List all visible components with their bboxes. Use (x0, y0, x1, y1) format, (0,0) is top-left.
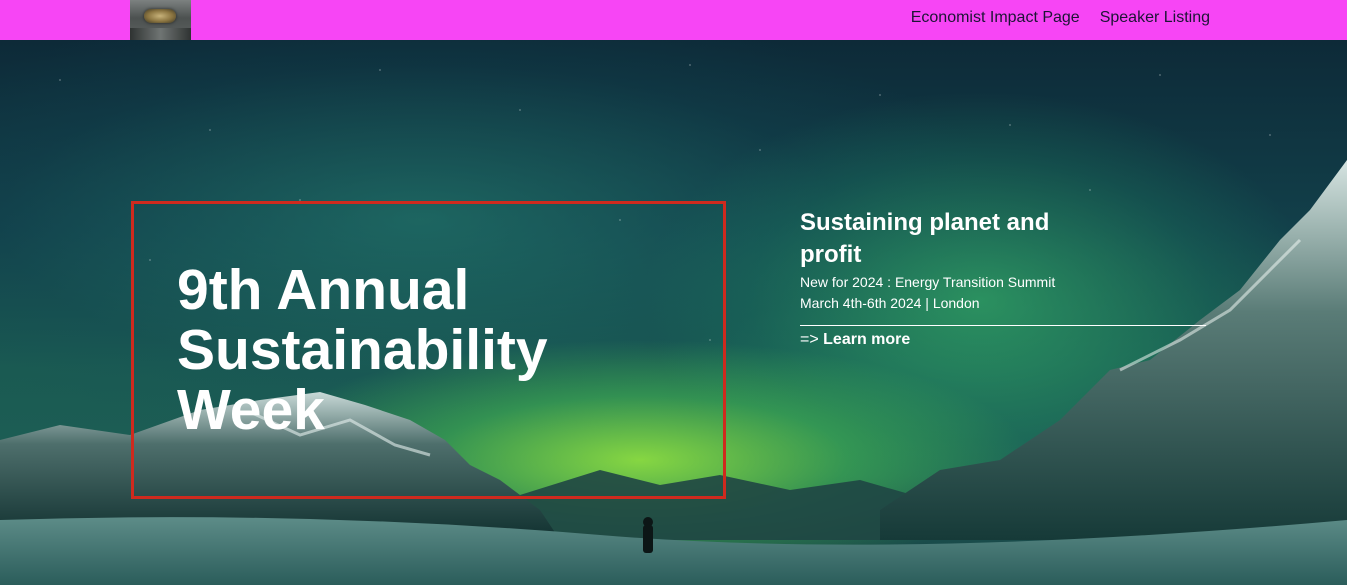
nav-links: Economist Impact Page Speaker Listing (911, 0, 1210, 36)
hero-banner: 9th Annual Sustainability Week Sustaining … (0, 40, 1347, 585)
event-summit-line: New for 2024 : Energy Transition Summit (800, 274, 1056, 290)
info-divider (800, 325, 1206, 326)
top-navbar: Economist Impact Page Speaker Listing (0, 0, 1347, 40)
learn-more-link[interactable]: => Learn more (800, 330, 910, 350)
learn-more-arrow: => (800, 331, 824, 348)
event-date-location: March 4th-6th 2024 | London (800, 295, 980, 311)
page: Economist Impact Page Speaker Listing 9t… (0, 0, 1347, 585)
nav-link-speaker-listing[interactable]: Speaker Listing (1100, 9, 1210, 27)
event-tagline: Sustaining planet and profit (800, 209, 1050, 268)
site-logo[interactable] (130, 0, 191, 40)
nav-link-economist-impact[interactable]: Economist Impact Page (911, 9, 1080, 27)
event-title-box: 9th Annual Sustainability Week (131, 201, 726, 499)
logo-emblem (144, 9, 176, 23)
event-info: Sustaining planet and profit New for 202… (800, 207, 1206, 350)
logo-strip (130, 28, 191, 40)
learn-more-label: Learn more (823, 331, 911, 348)
event-title: 9th Annual Sustainability Week (177, 258, 548, 442)
